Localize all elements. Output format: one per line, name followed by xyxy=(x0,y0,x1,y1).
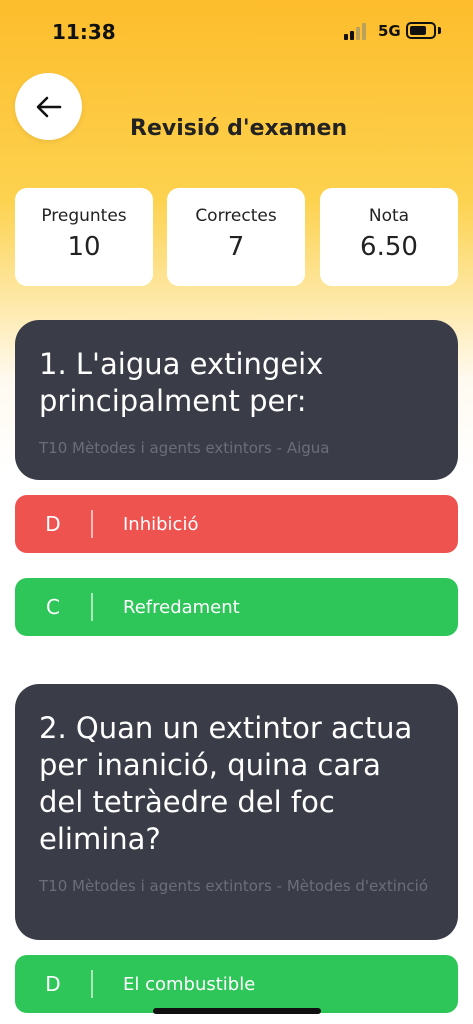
home-indicator[interactable] xyxy=(153,1008,321,1014)
answer-divider xyxy=(91,510,93,538)
page-title: Revisió d'examen xyxy=(130,116,348,141)
status-bar: 11:38 5G xyxy=(0,0,473,60)
back-button[interactable] xyxy=(15,73,82,140)
stat-card-questions: Preguntes 10 xyxy=(15,188,153,286)
answer-divider xyxy=(91,970,93,998)
battery-tip xyxy=(438,27,441,34)
answer-text: El combustible xyxy=(123,973,256,995)
question-text: 1. L'aigua extingeix principalment per: xyxy=(39,347,324,418)
stat-card-grade: Nota 6.50 xyxy=(320,188,458,286)
stat-label: Correctes xyxy=(195,206,277,226)
question-card: 2. Quan un extintor actua per inanició, … xyxy=(15,684,458,940)
question-topic: T10 Mètodes i agents extintors - Aigua xyxy=(39,439,330,457)
stat-label: Nota xyxy=(368,206,410,226)
signal-icon xyxy=(344,22,370,40)
question-text: 2. Quan un extintor actua per inanició, … xyxy=(39,711,413,856)
answer-text: Refredament xyxy=(123,596,240,618)
arrow-left-icon xyxy=(36,96,61,117)
answer-divider xyxy=(91,593,93,621)
answer-correct: D El combustible xyxy=(15,955,458,1013)
question-card: 1. L'aigua extingeix principalment per: … xyxy=(15,320,458,480)
answer-letter: D xyxy=(45,512,61,536)
stat-value: 10 xyxy=(67,232,101,262)
answer-text: Inhibició xyxy=(123,513,199,535)
status-time: 11:38 xyxy=(52,20,116,44)
answer-correct: C Refredament xyxy=(15,578,458,636)
stat-label: Preguntes xyxy=(41,206,127,226)
answer-letter: D xyxy=(45,972,61,996)
answer-wrong: D Inhibició xyxy=(15,495,458,553)
answer-letter: C xyxy=(46,595,60,619)
stat-value: 7 xyxy=(227,232,245,262)
battery-icon xyxy=(406,22,436,39)
network-label: 5G xyxy=(378,22,401,40)
stat-value: 6.50 xyxy=(360,232,418,262)
question-topic: T10 Mètodes i agents extintors - Mètodes… xyxy=(39,877,429,895)
stat-card-correct: Correctes 7 xyxy=(167,188,305,286)
